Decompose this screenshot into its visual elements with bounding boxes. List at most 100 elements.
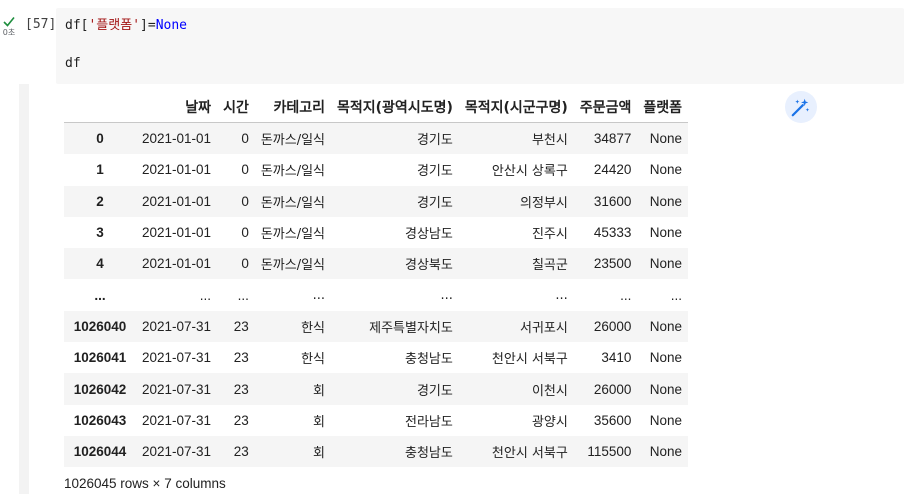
table-cell: 2021-07-31 (142, 444, 212, 460)
table-cell: 0 (241, 162, 249, 178)
table-row: 3 2021-01-01 0 돈까스/일식 경상남도 진주시 45333 None (64, 216, 688, 249)
table-cell: 2021-01-01 (142, 256, 212, 272)
table-row: 1 2021-01-01 0 돈까스/일식 경기도 안산시 상록구 24420 None (64, 154, 688, 186)
table-cell: 광양시 (531, 414, 568, 430)
table-cell: ... (670, 287, 682, 303)
table-cell: ... (312, 287, 326, 303)
column-header: 주문금액 (573, 92, 638, 123)
table-cell: 3410 (601, 350, 632, 366)
table-cell: 23500 (593, 256, 632, 272)
table-cell: 2021-07-31 (142, 412, 212, 428)
table-row: ........................ (64, 279, 688, 311)
table-cell: 경상남도 (405, 227, 453, 243)
code-line[interactable]: df['플랫폼']=None (65, 17, 187, 35)
row-index: 1026044 (73, 444, 127, 460)
dataframe-shape: 1026045 rows × 7 columns (64, 476, 226, 491)
table-row: 0 2021-01-01 0 돈까스/일식 경기도 부천시 34877 None (64, 122, 688, 155)
table-cell: None (649, 131, 682, 147)
table-cell: 경기도 (416, 164, 453, 180)
table-row: 1026042 2021-07-31 23 회 경기도 이천시 26000 None (64, 373, 688, 405)
output-gutter (19, 84, 29, 494)
column-header: 목적지(시군구명) (458, 92, 574, 123)
table-row: 1026044 2021-07-31 23 회 충청남도 천안시 서북구 115500 Non… (64, 435, 688, 468)
table-cell: 115500 (587, 444, 632, 460)
table-cell: 진주시 (531, 227, 568, 243)
notebook-cell: 0초 [57] df['플랫폼']=None df 날짜 시간 카테고리 목적지… (0, 0, 908, 494)
table-cell: 이천시 (531, 383, 568, 399)
column-header: 시간 (217, 92, 255, 123)
row-index: 1 (96, 162, 104, 178)
table-cell: 23 (233, 350, 249, 366)
table-cell: 2021-01-01 (142, 131, 212, 147)
code-token: ]= (140, 18, 156, 33)
table-cell: 26000 (593, 381, 632, 397)
table-cell: 회 (313, 383, 326, 399)
table-cell: 2021-01-01 (142, 162, 212, 178)
table-cell: ... (555, 287, 568, 303)
table-cell: 칠곡군 (531, 258, 568, 274)
row-index: ... (94, 287, 106, 303)
table-cell: 2021-07-31 (142, 381, 212, 397)
table-cell: 경상북도 (405, 258, 453, 274)
table-cell: ... (440, 287, 453, 303)
table-cell: 한식 (301, 320, 326, 336)
table-header-row: 날짜 시간 카테고리 목적지(광역시도명) 목적지(시군구명) 주문금액 플랫폼 (64, 92, 688, 123)
table-cell: 돈까스/일식 (260, 227, 326, 243)
row-index: 1026043 (73, 412, 127, 428)
table-cell: 45333 (593, 225, 632, 241)
column-header: 날짜 (136, 92, 218, 123)
table-cell: 돈까스/일식 (260, 133, 326, 149)
code-token: df[ (65, 18, 89, 33)
table-cell: 31600 (593, 193, 632, 209)
table-cell: ... (237, 287, 249, 303)
table-cell: 의정부시 (519, 195, 568, 211)
table-cell: 2021-07-31 (142, 350, 212, 366)
row-index: 3 (96, 225, 104, 241)
table-row: 4 2021-01-01 0 돈까스/일식 경상북도 칠곡군 23500 None (64, 248, 688, 280)
table-row: 1026041 2021-07-31 23 한식 충청남도 천안시 서북구 3410 None (64, 342, 688, 374)
table-cell: None (649, 318, 682, 334)
table-cell: 0 (241, 256, 249, 272)
table-cell: 회 (313, 446, 326, 462)
table-cell: 26000 (593, 318, 632, 334)
execution-count[interactable]: [57] (25, 17, 56, 32)
table-cell: 부천시 (531, 133, 568, 149)
table-cell: None (649, 350, 682, 366)
magic-wand-icon (791, 98, 810, 117)
table-cell: 천안시 서북구 (491, 446, 568, 462)
magic-wand-button[interactable] (785, 91, 817, 123)
row-index: 2 (96, 193, 104, 209)
table-cell: None (649, 444, 682, 460)
table-cell: 돈까스/일식 (260, 195, 326, 211)
table-row: 2 2021-01-01 0 돈까스/일식 경기도 의정부시 31600 None (64, 185, 688, 217)
row-index: 1026042 (73, 381, 127, 397)
table-cell: None (649, 412, 682, 428)
table-cell: 경기도 (416, 195, 453, 211)
row-index: 0 (96, 131, 104, 147)
table-cell: 경기도 (416, 133, 453, 149)
column-header: 카테고리 (254, 92, 332, 123)
table-cell: None (649, 193, 682, 209)
table-cell: 0 (241, 225, 249, 241)
code-editor[interactable]: df['플랫폼']=None df (56, 8, 904, 84)
table-cell: 안산시 상록구 (491, 164, 568, 180)
table-cell: 0 (241, 131, 249, 147)
table-cell: 제주특별자치도 (369, 320, 453, 336)
table-cell: 서귀포시 (519, 320, 568, 336)
table-cell: 회 (313, 414, 326, 430)
row-index: 1026040 (73, 318, 127, 334)
table-cell: 2021-01-01 (142, 225, 212, 241)
table-cell: 충청남도 (405, 446, 453, 462)
column-header: 목적지(광역시도명) (331, 92, 459, 123)
table-row: 1026043 2021-07-31 23 회 전라남도 광양시 35600 None (64, 404, 688, 436)
table-cell: 0 (241, 193, 249, 209)
table-cell: 경기도 (416, 383, 453, 399)
index-header (64, 92, 136, 123)
table-cell: ... (620, 287, 632, 303)
check-icon (3, 16, 15, 27)
cell-status: 0초 (0, 16, 18, 37)
table-cell: 2021-07-31 (142, 318, 212, 334)
table-cell: 34877 (593, 131, 632, 147)
table-cell: ... (199, 287, 212, 303)
code-line[interactable]: df (65, 55, 81, 73)
